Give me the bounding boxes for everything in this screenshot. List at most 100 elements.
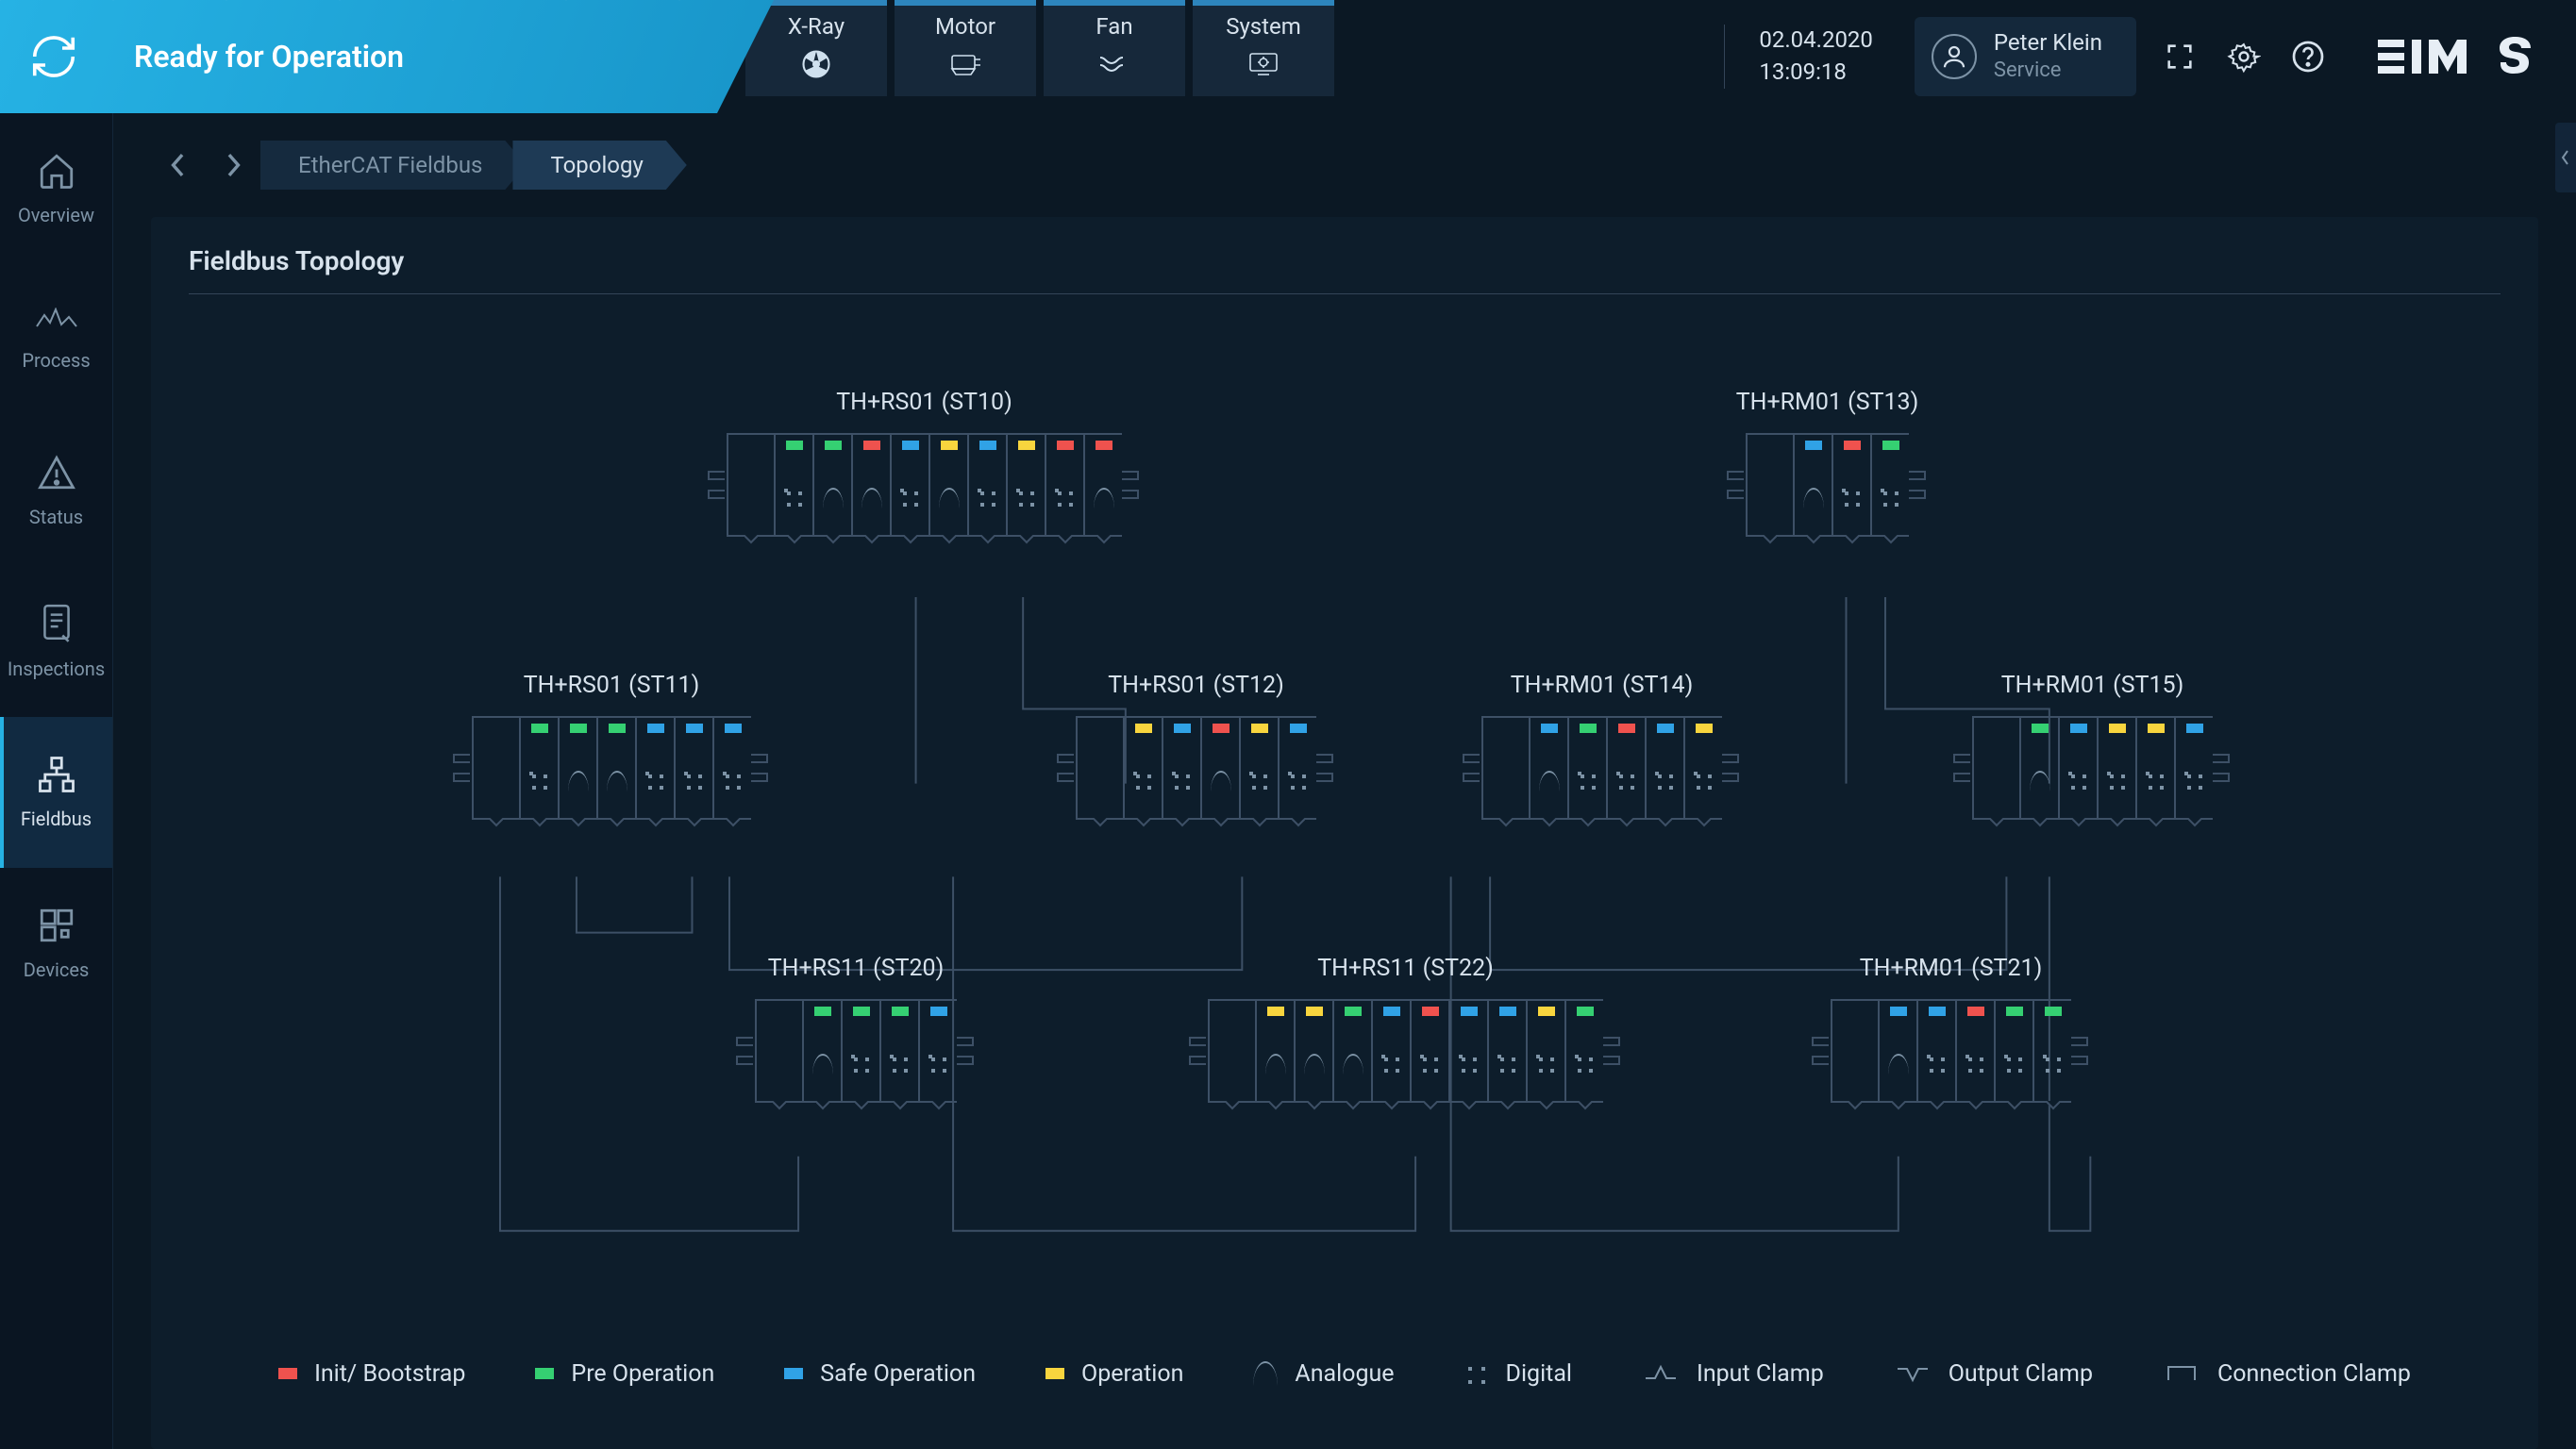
slot[interactable] <box>2174 716 2213 820</box>
refresh-button[interactable] <box>11 14 96 99</box>
connector-right <box>957 999 976 1103</box>
tab-system[interactable]: System <box>1193 0 1334 96</box>
slot[interactable] <box>1832 433 1870 537</box>
slot[interactable] <box>1878 999 1916 1103</box>
slot[interactable] <box>2097 716 2135 820</box>
help-button[interactable] <box>2287 36 2329 77</box>
user-chip[interactable]: Peter Klein Service <box>1915 17 2136 96</box>
node-st21[interactable]: TH+RM01 (ST21) <box>1812 955 2090 1103</box>
slot[interactable] <box>2058 716 2097 820</box>
slot[interactable] <box>596 716 635 820</box>
node-st15[interactable]: TH+RM01 (ST15) <box>1953 672 2232 820</box>
slot[interactable] <box>967 433 1006 537</box>
node-title: TH+RS01 (ST11) <box>453 672 770 699</box>
slot[interactable] <box>635 716 674 820</box>
node-st11[interactable]: TH+RS01 (ST11) <box>453 672 770 820</box>
connection-clamp-icon <box>2163 1359 2200 1388</box>
status-led <box>1213 724 1229 733</box>
status-led <box>902 441 919 450</box>
slot[interactable] <box>1294 999 1332 1103</box>
sidebar-item-status[interactable]: Status <box>0 415 112 566</box>
digital-icon <box>1569 744 1606 818</box>
connector-right <box>1122 433 1141 537</box>
slot[interactable] <box>890 433 928 537</box>
slot[interactable] <box>1529 716 1567 820</box>
slot[interactable] <box>841 999 879 1103</box>
slot[interactable] <box>1006 433 1045 537</box>
slot[interactable] <box>928 433 967 537</box>
slot[interactable] <box>519 716 558 820</box>
slot[interactable] <box>1255 999 1294 1103</box>
slot[interactable] <box>1793 433 1832 537</box>
slot[interactable] <box>1083 433 1122 537</box>
sidebar-item-label: Devices <box>24 958 90 981</box>
fullscreen-button[interactable] <box>2159 36 2200 77</box>
slot[interactable] <box>1239 716 1278 820</box>
tab-xray[interactable]: X-Ray <box>745 0 887 96</box>
sidebar-item-overview[interactable]: Overview <box>0 113 112 264</box>
slot[interactable] <box>1994 999 2032 1103</box>
nav-forward-button[interactable] <box>206 138 260 192</box>
slot[interactable] <box>2135 716 2174 820</box>
slot[interactable] <box>674 716 712 820</box>
node-st10[interactable]: TH+RS01 (ST10) <box>708 389 1141 537</box>
slot[interactable] <box>1683 716 1722 820</box>
slot[interactable] <box>1564 999 1603 1103</box>
node-title: TH+RM01 (ST21) <box>1812 955 2090 982</box>
breadcrumb-item-0[interactable]: EtherCAT Fieldbus <box>260 141 526 190</box>
slot[interactable] <box>1567 716 1606 820</box>
breadcrumb-item-1[interactable]: Topology <box>512 141 686 190</box>
slot[interactable] <box>774 433 812 537</box>
slot[interactable] <box>851 433 890 537</box>
sidebar-item-inspections[interactable]: Inspections <box>0 566 112 717</box>
slot[interactable] <box>1487 999 1526 1103</box>
node-title: TH+RS11 (ST20) <box>736 955 976 982</box>
slot[interactable] <box>1371 999 1410 1103</box>
slot[interactable] <box>802 999 841 1103</box>
settings-button[interactable] <box>2223 36 2265 77</box>
nav-back-button[interactable] <box>151 138 206 192</box>
slot[interactable] <box>918 999 957 1103</box>
slot[interactable] <box>1123 716 1162 820</box>
input-clamp-icon <box>1642 1359 1680 1388</box>
node-st12[interactable]: TH+RS01 (ST12) <box>1057 672 1335 820</box>
digital-icon <box>1833 461 1870 535</box>
digital-icon <box>892 461 928 535</box>
status-led <box>1461 1007 1478 1016</box>
tab-motor[interactable]: Motor <box>895 0 1036 96</box>
slot[interactable] <box>1200 716 1239 820</box>
slot[interactable] <box>1916 999 1955 1103</box>
node-st13[interactable]: TH+RM01 (ST13) <box>1727 389 1928 537</box>
analogue-icon <box>2021 744 2058 818</box>
slot[interactable] <box>1645 716 1683 820</box>
slot[interactable] <box>558 716 596 820</box>
digital-icon <box>521 744 558 818</box>
slot[interactable] <box>879 999 918 1103</box>
slot[interactable] <box>1606 716 1645 820</box>
tab-fan[interactable]: Fan <box>1044 0 1185 96</box>
status-led <box>647 724 664 733</box>
slot[interactable] <box>1526 999 1564 1103</box>
slot[interactable] <box>712 716 751 820</box>
slot[interactable] <box>1332 999 1371 1103</box>
slot[interactable] <box>812 433 851 537</box>
slot[interactable] <box>1045 433 1083 537</box>
slot[interactable] <box>1870 433 1909 537</box>
sidebar-item-process[interactable]: Process <box>0 264 112 415</box>
slot[interactable] <box>1410 999 1448 1103</box>
node-st14[interactable]: TH+RM01 (ST14) <box>1463 672 1741 820</box>
slot[interactable] <box>1162 716 1200 820</box>
digital-icon <box>714 744 751 818</box>
node-st22[interactable]: TH+RS11 (ST22) <box>1189 955 1622 1103</box>
slot[interactable] <box>2032 999 2071 1103</box>
sidebar-item-devices[interactable]: Devices <box>0 868 112 1019</box>
head-slot <box>1076 716 1123 820</box>
connector-right <box>1722 716 1741 820</box>
node-st20[interactable]: TH+RS11 (ST20) <box>736 955 976 1103</box>
sidebar-item-fieldbus[interactable]: Fieldbus <box>0 717 112 868</box>
slot[interactable] <box>1955 999 1994 1103</box>
slot[interactable] <box>1278 716 1316 820</box>
slot[interactable] <box>1448 999 1487 1103</box>
slot[interactable] <box>2019 716 2058 820</box>
digital-icon <box>1647 744 1683 818</box>
